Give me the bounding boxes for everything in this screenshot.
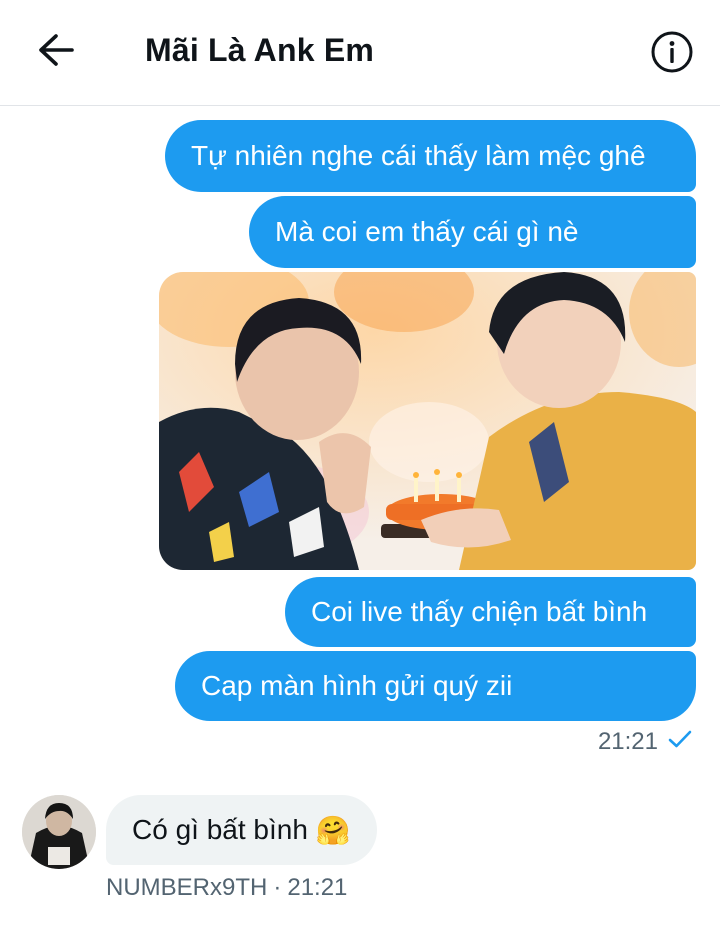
meta-separator: · — [273, 874, 282, 901]
message-text: Có gì bất bình — [132, 814, 308, 845]
sent-message[interactable]: Mà coi em thấy cái gì nè — [249, 196, 696, 268]
conversation-info-button[interactable] — [648, 30, 696, 78]
sent-message-meta: 21:21 — [598, 728, 692, 756]
sent-message[interactable]: Coi live thấy chiện bất bình — [285, 577, 696, 647]
back-button[interactable] — [30, 30, 82, 74]
message-text: Coi live thấy chiện bất bình — [311, 596, 648, 627]
sent-photo[interactable] — [159, 272, 696, 570]
message-text: Cap màn hình gửi quý zii — [201, 670, 513, 701]
conversation-title: Mãi Là Ank Em — [145, 32, 375, 68]
received-message-meta: NUMBERx9TH · 21:21 — [106, 874, 347, 902]
message-text: Mà coi em thấy cái gì nè — [275, 216, 579, 247]
check-icon — [668, 728, 692, 756]
received-message[interactable]: Có gì bất bình 🤗 — [106, 795, 377, 865]
hugging-face-emoji: 🤗 — [315, 814, 351, 846]
arrow-left-icon — [36, 32, 76, 73]
sent-message[interactable]: Tự nhiên nghe cái thấy làm mệc ghê — [165, 120, 696, 192]
message-timestamp: 21:21 — [597, 728, 658, 755]
sender-name[interactable]: NUMBERx9TH — [106, 874, 267, 902]
sender-avatar[interactable] — [22, 795, 96, 869]
sent-message[interactable]: Cap màn hình gửi quý zii — [175, 651, 696, 721]
info-circle-icon — [650, 30, 694, 79]
conversation-header: Mãi Là Ank Em — [0, 0, 720, 106]
message-text: Tự nhiên nghe cái thấy làm mệc ghê — [191, 140, 646, 171]
message-timestamp: 21:21 — [287, 874, 348, 901]
